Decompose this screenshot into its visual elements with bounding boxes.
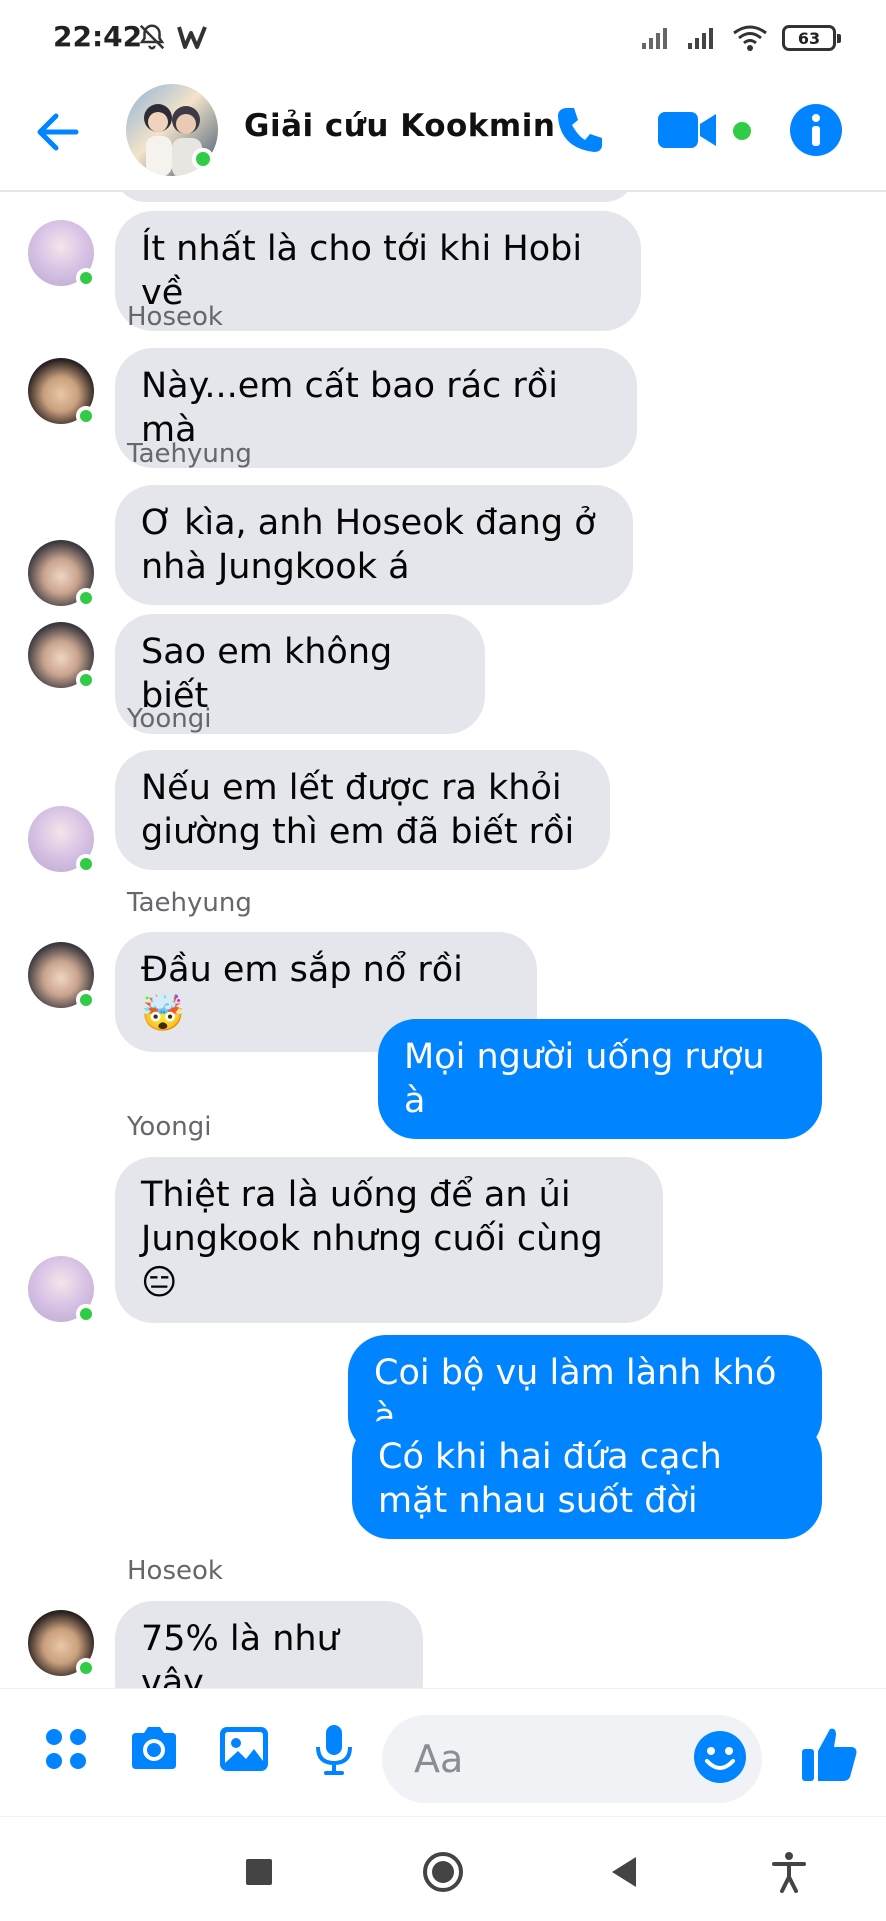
status-time: 22:42: [53, 20, 143, 53]
video-call-icon[interactable]: [656, 106, 718, 154]
thumbs-up-icon[interactable]: [798, 1721, 862, 1785]
recent-apps-icon[interactable]: [234, 1847, 284, 1897]
home-icon[interactable]: [418, 1847, 468, 1897]
avatar-hoseok[interactable]: [28, 1610, 98, 1680]
sender-name: Hoseok: [127, 1556, 223, 1586]
back-icon[interactable]: [600, 1847, 650, 1897]
back-arrow-icon[interactable]: [30, 102, 90, 162]
camera-icon[interactable]: [124, 1719, 184, 1779]
chat-title[interactable]: Giải cứu Kookmin: [244, 108, 555, 144]
sender-name: Yoongi: [127, 704, 212, 734]
phone-call-icon[interactable]: [552, 102, 608, 158]
avatar-taehyung[interactable]: [28, 622, 98, 692]
avatar-yoongi[interactable]: [28, 806, 98, 876]
system-navigation-bar: [0, 1816, 886, 1921]
online-status-dot: [192, 148, 214, 170]
active-call-dot: [733, 122, 751, 140]
avatar-taehyung[interactable]: [28, 540, 98, 610]
wifi-icon: [733, 25, 767, 51]
grid-menu-icon[interactable]: [36, 1719, 96, 1779]
signal-icon: [642, 28, 667, 49]
sender-name: Yoongi: [127, 1112, 212, 1142]
sender-name: Taehyung: [127, 888, 252, 918]
avatar-yoongi[interactable]: [28, 1256, 98, 1326]
message-bubble-outgoing[interactable]: Mọi người uống rượu à: [378, 1019, 822, 1139]
battery-indicator: 63: [782, 25, 841, 51]
status-bar: 22:42 63: [0, 0, 886, 80]
mute-bell-icon: [139, 24, 165, 50]
chat-header: Giải cứu Kookmin: [0, 80, 886, 192]
message-bubble[interactable]: Ơ kìa, anh Hoseok đang ở nhà Jungkook á: [115, 485, 633, 605]
microphone-icon[interactable]: [304, 1719, 364, 1779]
avatar-yoongi[interactable]: [28, 220, 98, 290]
message-bubble[interactable]: Nếu em lết được ra khỏi giường thì em đã…: [115, 750, 610, 870]
emoji-icon[interactable]: [692, 1729, 748, 1785]
info-icon[interactable]: [788, 102, 844, 158]
avatar-hoseok[interactable]: [28, 358, 98, 428]
avatar-taehyung[interactable]: [28, 942, 98, 1012]
message-bubble[interactable]: Thiệt ra là uống để an ủi Jungkook nhưng…: [115, 1157, 663, 1323]
signal-icon-2: [688, 28, 713, 49]
accessibility-icon[interactable]: [764, 1847, 814, 1897]
composer-bar: [0, 1688, 886, 1817]
sender-name: Hoseok: [127, 302, 223, 332]
message-bubble-outgoing[interactable]: Có khi hai đứa cạch mặt nhau suốt đời: [352, 1419, 822, 1539]
app-w-icon: [177, 26, 207, 49]
sender-name: Taehyung: [127, 439, 252, 469]
image-icon[interactable]: [214, 1719, 274, 1779]
